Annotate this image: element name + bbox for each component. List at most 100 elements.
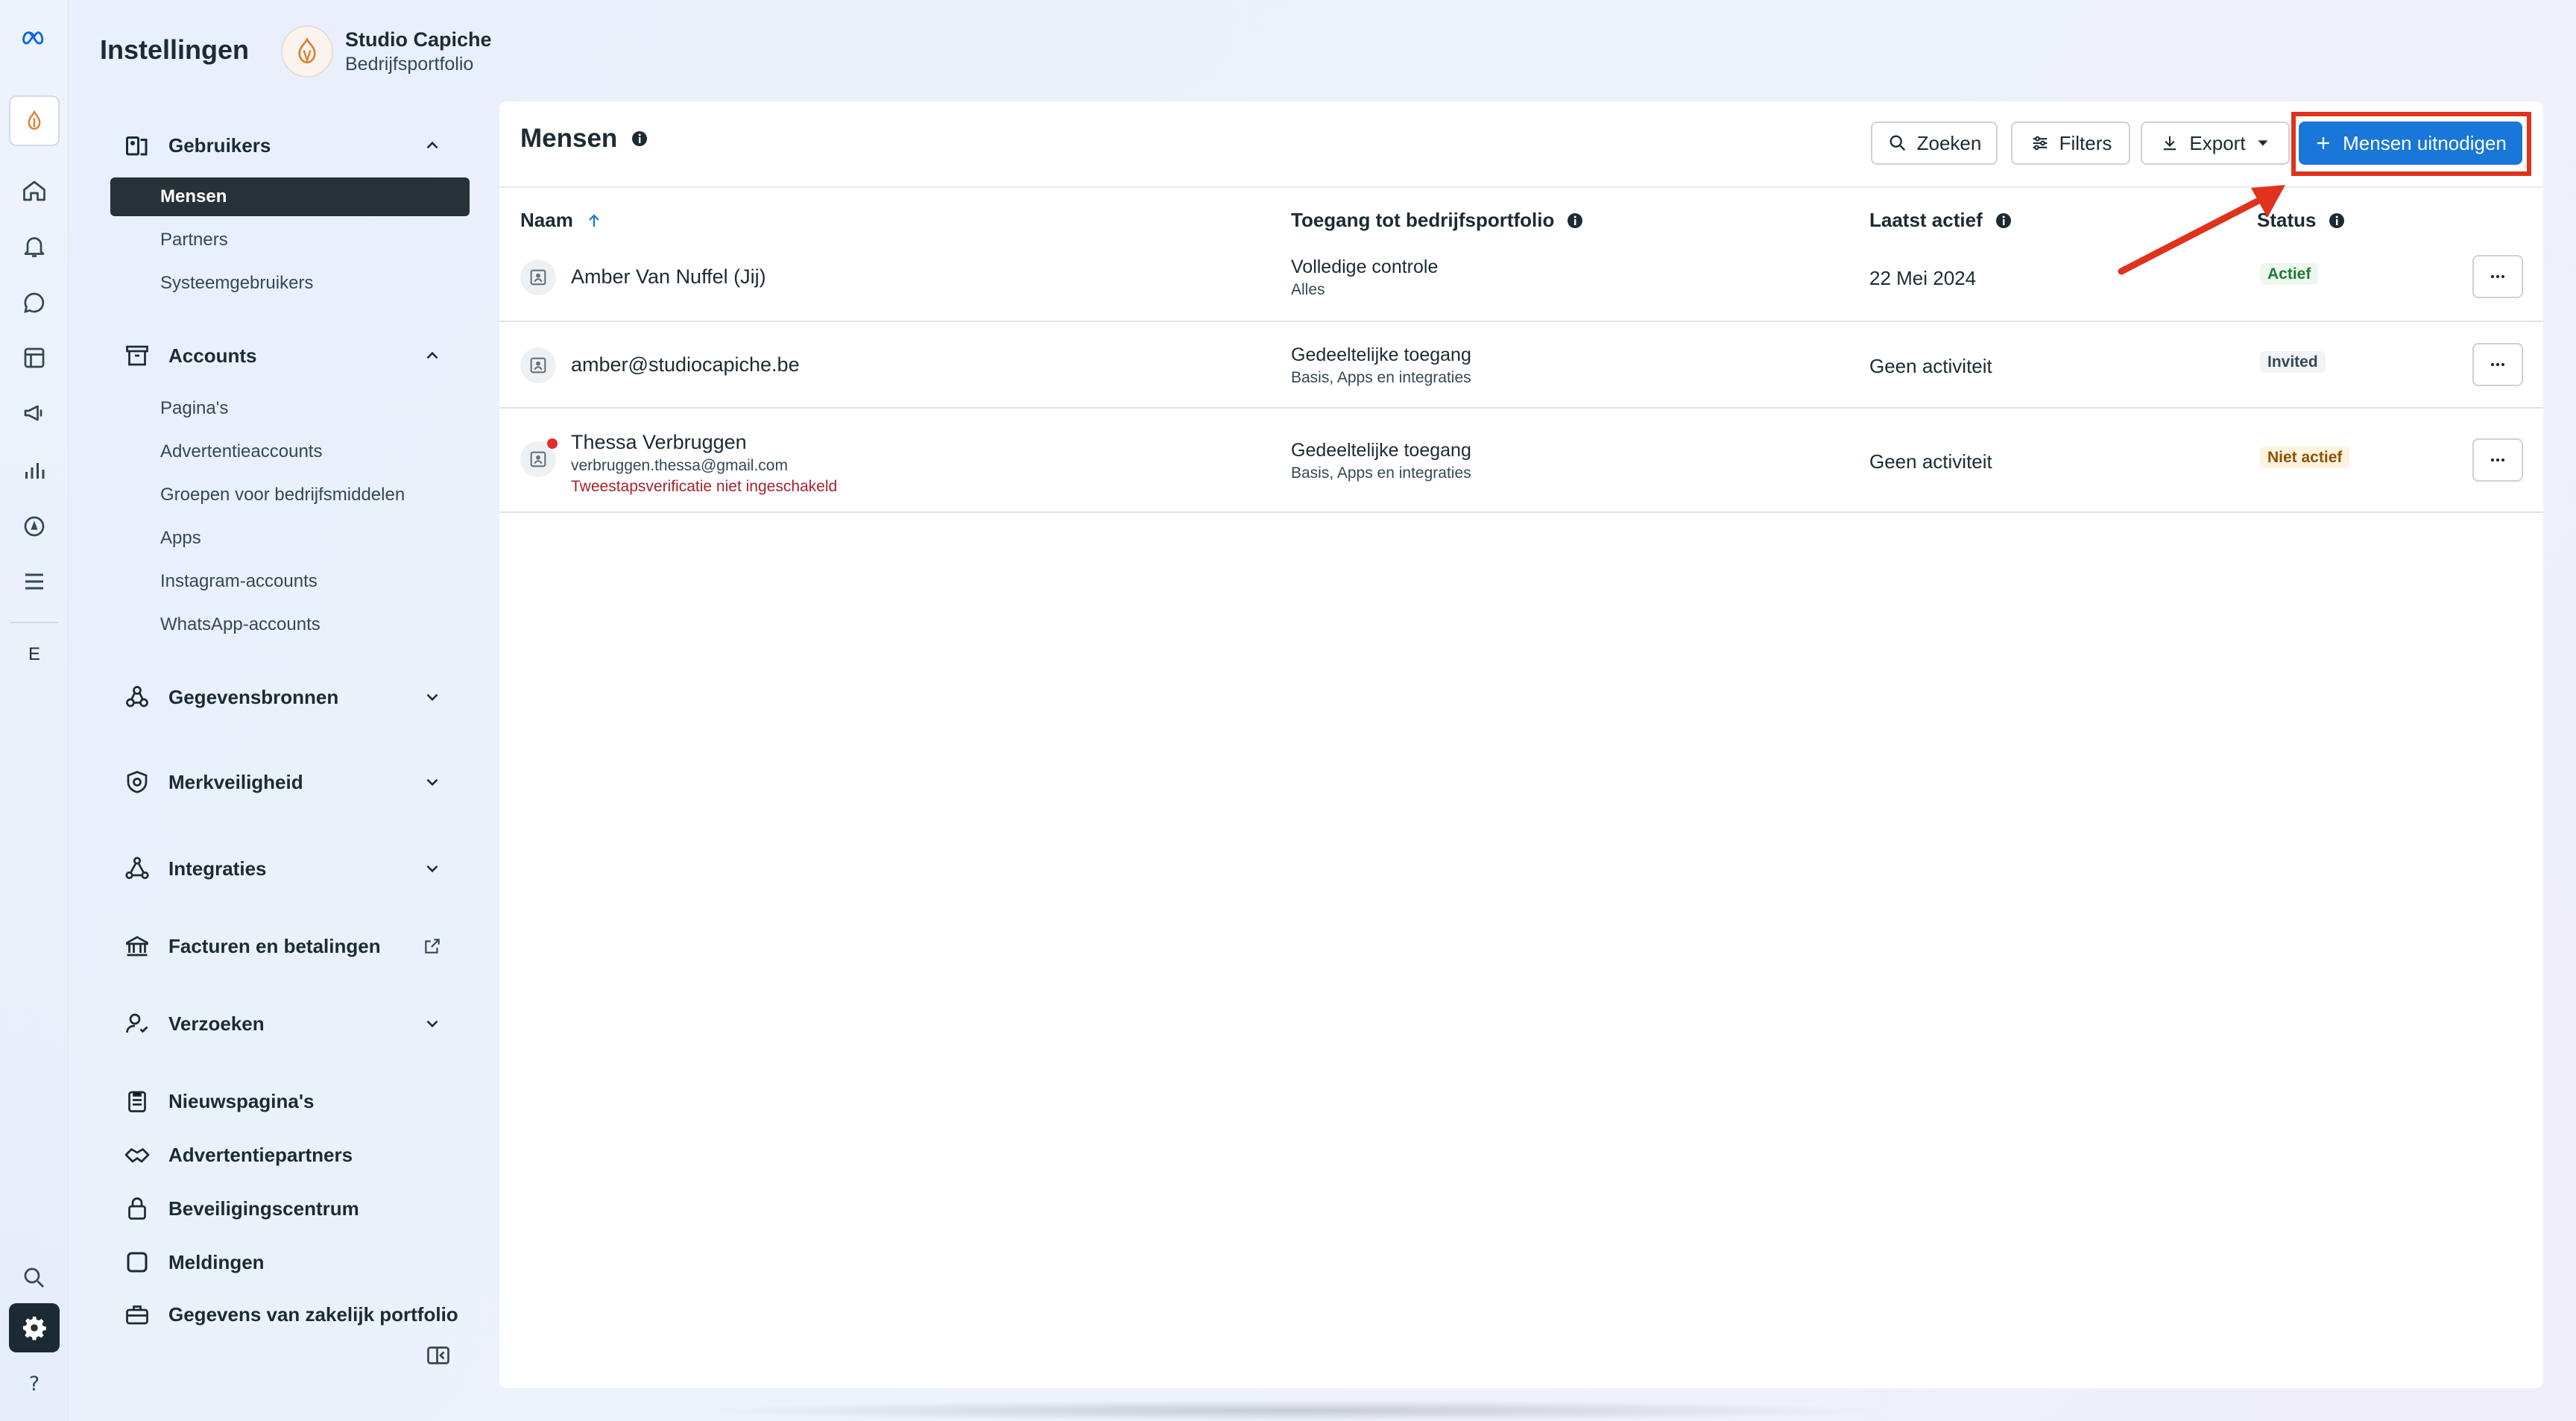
people-header: Mensen bbox=[520, 124, 648, 154]
section-security-center[interactable]: Beveiligingscentrum bbox=[110, 1182, 470, 1235]
section-users-label: Gebruikers bbox=[168, 133, 271, 157]
sidebar-item-people[interactable]: Mensen bbox=[110, 177, 470, 216]
integrations-icon bbox=[122, 854, 152, 883]
user-name[interactable]: Amber Van Nuffel (Jij) bbox=[571, 265, 766, 289]
access-level: Gedeeltelijke toegang bbox=[1291, 344, 1471, 365]
pages-icon[interactable] bbox=[16, 340, 52, 376]
sidebar-item-whatsapp-accounts[interactable]: WhatsApp-accounts bbox=[110, 605, 470, 644]
section-data-sources[interactable]: Gegevensbronnen bbox=[110, 671, 470, 723]
compass-icon[interactable] bbox=[16, 508, 52, 544]
section-newsfeeds-label: Nieuwspagina's bbox=[168, 1089, 315, 1112]
bell-icon[interactable] bbox=[16, 228, 52, 264]
section-notifications-label: Meldingen bbox=[168, 1250, 265, 1273]
page-title: Instellingen bbox=[100, 34, 250, 65]
briefcase-icon bbox=[122, 1299, 152, 1329]
section-ad-partners-label: Advertentiepartners bbox=[168, 1143, 353, 1166]
table-bottom-border bbox=[499, 511, 2543, 513]
section-accounts[interactable]: Accounts bbox=[110, 330, 470, 382]
chevron-down-icon bbox=[417, 1014, 447, 1033]
portfolio-avatar-small[interactable] bbox=[9, 95, 60, 146]
square-icon bbox=[122, 1247, 152, 1277]
section-brand-safety-label: Merkveiligheid bbox=[168, 770, 303, 793]
section-business-info-label: Gegevens van zakelijk portfolio bbox=[168, 1302, 458, 1326]
sidebar-item-partners[interactable]: Partners bbox=[110, 221, 470, 259]
user-email: verbruggen.thessa@gmail.com bbox=[571, 457, 788, 474]
people-panel: Mensen Zoeken Filters Export Mensen uitn… bbox=[499, 101, 2543, 1388]
meta-logo-icon[interactable] bbox=[13, 16, 55, 58]
search-icon[interactable] bbox=[16, 1260, 52, 1296]
section-notifications[interactable]: Meldingen bbox=[110, 1236, 470, 1288]
column-name-label: Naam bbox=[520, 209, 573, 231]
home-icon[interactable] bbox=[16, 173, 52, 209]
filters-button-label: Filters bbox=[2059, 131, 2112, 154]
filters-button[interactable]: Filters bbox=[2011, 122, 2130, 165]
access-level: Volledige controle bbox=[1291, 256, 1439, 277]
last-active: Geen activiteit bbox=[1869, 355, 1992, 377]
help-icon[interactable]: ? bbox=[16, 1366, 52, 1402]
chat-icon[interactable] bbox=[16, 285, 52, 321]
access-cell: Gedeeltelijke toegang Basis, Apps en int… bbox=[1291, 344, 1471, 387]
download-icon bbox=[2164, 136, 2176, 151]
chevron-down-icon bbox=[417, 772, 447, 792]
sidebar-item-apps[interactable]: Apps bbox=[110, 519, 470, 558]
section-business-info[interactable]: Gegevens van zakelijk portfolio bbox=[110, 1288, 470, 1340]
error-badge-icon bbox=[546, 437, 559, 450]
search-button[interactable]: Zoeken bbox=[1871, 122, 1998, 165]
info-icon[interactable] bbox=[631, 130, 648, 148]
sidebar-item-system-users[interactable]: Systeemgebruikers bbox=[110, 264, 470, 303]
sidebar-item-pages[interactable]: Pagina's bbox=[110, 389, 470, 428]
user-name[interactable]: Thessa Verbruggen bbox=[571, 431, 837, 454]
section-requests[interactable]: Verzoeken bbox=[110, 998, 470, 1050]
sidebar-item-ad-accounts[interactable]: Advertentieaccounts bbox=[110, 432, 470, 471]
column-last-active: Laatst actief bbox=[1869, 209, 2012, 232]
settings-icon[interactable] bbox=[9, 1303, 60, 1352]
annotation-arrow-icon bbox=[2118, 185, 2285, 275]
info-icon[interactable] bbox=[1566, 212, 1584, 230]
section-billing[interactable]: Facturen en betalingen bbox=[110, 920, 470, 972]
access-scope: Basis, Apps en integraties bbox=[1291, 464, 1471, 482]
more-options-button[interactable] bbox=[2472, 438, 2523, 482]
external-link-icon bbox=[417, 936, 447, 956]
handshake-icon bbox=[122, 1140, 152, 1170]
megaphone-icon[interactable] bbox=[16, 395, 52, 431]
user-name[interactable]: amber@studiocapiche.be bbox=[571, 353, 800, 376]
export-button[interactable]: Export bbox=[2141, 122, 2290, 165]
settings-header: Instellingen Studio Capiche Bedrijfsport… bbox=[69, 0, 2576, 97]
column-name[interactable]: Naam bbox=[520, 209, 603, 232]
section-ad-partners[interactable]: Advertentiepartners bbox=[110, 1129, 470, 1181]
people-title: Mensen bbox=[520, 124, 618, 153]
table-row[interactable]: Thessa Verbruggen verbruggen.thessa@gmai… bbox=[499, 407, 2543, 511]
portfolio-avatar bbox=[281, 25, 333, 78]
info-icon[interactable] bbox=[1995, 212, 2012, 230]
portfolio-name: Studio Capiche bbox=[345, 28, 492, 51]
section-newsfeeds[interactable]: Nieuwspagina's bbox=[110, 1075, 470, 1127]
svg-text:?: ? bbox=[29, 1373, 40, 1396]
sidebar-item-instagram-accounts[interactable]: Instagram-accounts bbox=[110, 562, 470, 601]
section-security-center-label: Beveiligingscentrum bbox=[168, 1197, 359, 1220]
info-icon[interactable] bbox=[2328, 212, 2346, 230]
more-options-button[interactable] bbox=[2472, 255, 2523, 298]
menu-icon[interactable] bbox=[16, 564, 52, 599]
table-row[interactable]: amber@studiocapiche.be Gedeeltelijke toe… bbox=[499, 321, 2543, 407]
lock-icon bbox=[122, 1194, 152, 1223]
more-options-button[interactable] bbox=[2472, 343, 2523, 386]
portfolio-switcher[interactable]: Studio Capiche Bedrijfsportfolio bbox=[281, 25, 492, 78]
section-integrations[interactable]: Integraties bbox=[110, 842, 470, 895]
bank-icon bbox=[122, 931, 152, 961]
sidebar-item-asset-groups[interactable]: Groepen voor bedrijfsmiddelen bbox=[110, 476, 470, 514]
clipboard-icon bbox=[122, 1086, 152, 1116]
section-requests-label: Verzoeken bbox=[168, 1012, 265, 1035]
section-brand-safety[interactable]: Merkveiligheid bbox=[110, 756, 470, 808]
access-cell: Gedeeltelijke toegang Basis, Apps en int… bbox=[1291, 440, 1471, 482]
more-dots-icon bbox=[2490, 274, 2505, 279]
shield-icon bbox=[122, 767, 152, 797]
user-badge-icon bbox=[520, 347, 556, 383]
users-icon bbox=[122, 130, 152, 160]
sort-up-arrow-icon bbox=[589, 213, 599, 227]
user-badge-icon bbox=[520, 259, 556, 295]
collapse-sidebar-icon[interactable] bbox=[425, 1342, 455, 1369]
bar-chart-icon[interactable] bbox=[16, 452, 52, 488]
rail-letter-e[interactable]: E bbox=[16, 637, 52, 672]
export-button-label: Export bbox=[2189, 131, 2246, 154]
section-users[interactable]: Gebruikers bbox=[110, 119, 470, 171]
